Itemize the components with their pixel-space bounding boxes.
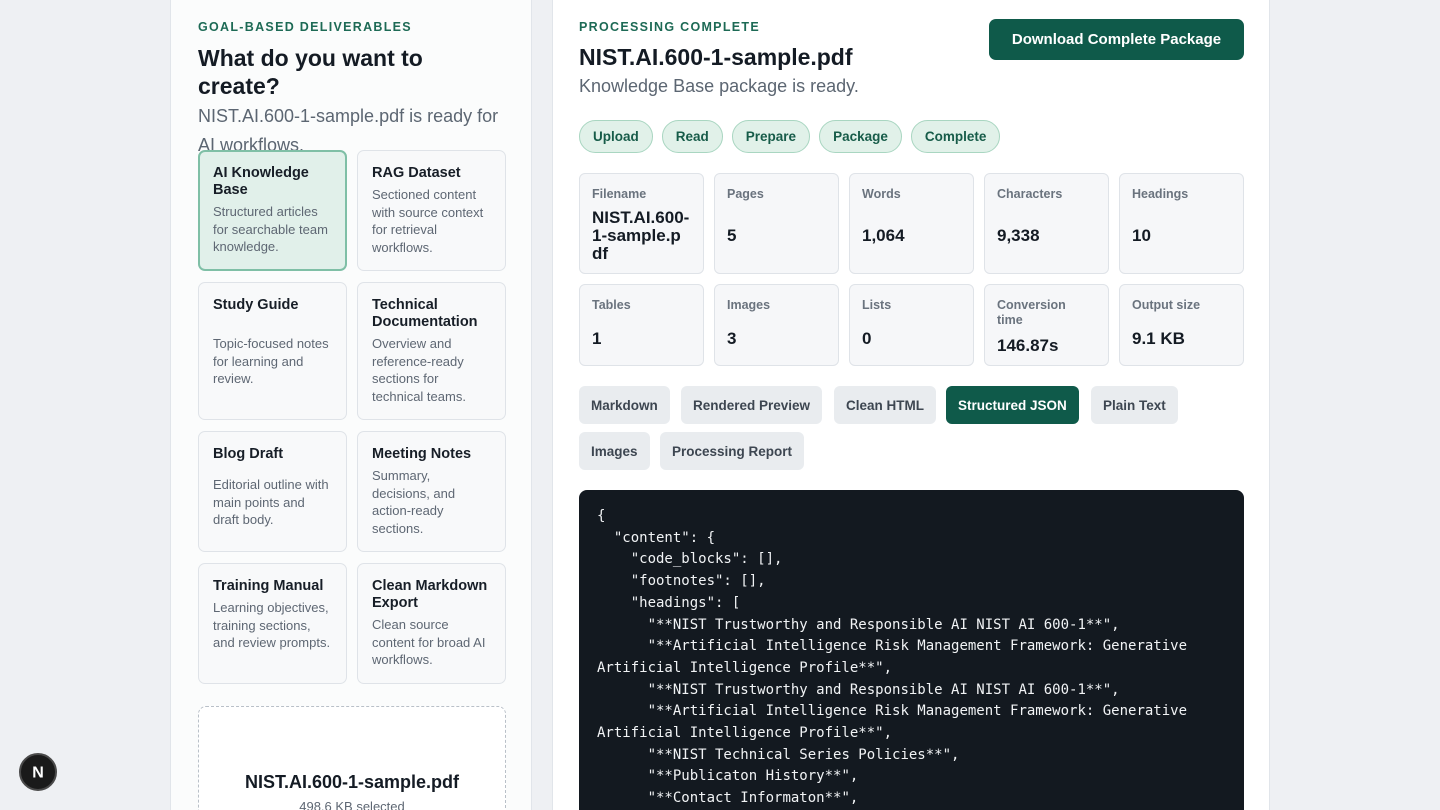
nextjs-dev-badge[interactable]: N: [19, 753, 57, 791]
stat-filename: Filename NIST.AI.600-1-sample.pdf: [579, 173, 704, 274]
card-rag-dataset[interactable]: RAG Dataset Sectioned content with sourc…: [357, 150, 506, 271]
stat-images: Images 3: [714, 284, 839, 366]
stat-label: Tables: [592, 298, 631, 312]
stat-value: 1: [592, 329, 602, 348]
dropzone-size: 498.6 KB selected: [299, 799, 405, 810]
stat-lists: Lists 0: [849, 284, 974, 366]
stat-value: 10: [1132, 226, 1151, 245]
stat-label: Headings: [1132, 187, 1189, 201]
card-training-manual[interactable]: Training Manual Learning objectives, tra…: [198, 563, 347, 684]
json-output[interactable]: { "content": { "code_blocks": [], "footn…: [579, 490, 1244, 810]
stat-headings: Headings 10: [1119, 173, 1244, 274]
card-title: Technical Documentation: [372, 297, 478, 330]
tab-markdown[interactable]: Markdown: [579, 386, 670, 424]
card-desc: Overview and reference-ready sections fo…: [372, 336, 466, 404]
deliverables-panel: GOAL-BASED DELIVERABLES What do you want…: [170, 0, 532, 810]
card-clean-markdown-export[interactable]: Clean Markdown Export Clean source conte…: [357, 563, 506, 684]
tab-images[interactable]: Images: [579, 432, 650, 470]
deliverables-title: What do you want to create?: [198, 45, 423, 99]
results-subtitle: Knowledge Base package is ready.: [579, 76, 859, 96]
stat-label: Pages: [727, 187, 764, 201]
progress-steps: Upload Read Prepare Package Complete: [579, 120, 1001, 153]
tab-structured-json[interactable]: Structured JSON: [946, 386, 1079, 424]
step-package: Package: [819, 120, 902, 153]
deliverables-header: GOAL-BASED DELIVERABLES What do you want…: [198, 20, 506, 160]
step-complete: Complete: [910, 120, 1001, 153]
stat-label: Images: [727, 298, 771, 312]
n-logo-icon: N: [32, 765, 44, 782]
tab-plain-text[interactable]: Plain Text: [1091, 386, 1178, 424]
step-upload: Upload: [579, 120, 653, 153]
results-panel: PROCESSING COMPLETE NIST.AI.600-1-sample…: [552, 0, 1270, 810]
card-title: Training Manual: [213, 578, 324, 594]
stat-value: 1,064: [862, 226, 905, 245]
stat-value: 146.87s: [997, 336, 1059, 355]
stat-pages: Pages 5: [714, 173, 839, 274]
card-desc: Learning objectives, training sections, …: [213, 600, 331, 650]
dropzone-filename: NIST.AI.600-1-sample.pdf: [244, 772, 460, 792]
stat-value: 0: [862, 329, 872, 348]
card-desc: Summary, decisions, and action-ready sec…: [372, 468, 456, 536]
file-dropzone[interactable]: NIST.AI.600-1-sample.pdf 498.6 KB select…: [198, 706, 506, 810]
tab-clean-html[interactable]: Clean HTML: [834, 386, 937, 424]
card-blog-draft[interactable]: Blog Draft Editorial outline with main p…: [198, 431, 347, 552]
card-title: RAG Dataset: [372, 165, 461, 181]
card-title: Study Guide: [213, 297, 299, 313]
stat-value: 9.1 KB: [1132, 329, 1185, 348]
stat-label: Characters: [997, 187, 1063, 201]
card-desc: Topic-focused notes for learning and rev…: [213, 336, 329, 386]
card-desc: Sectioned content with source context fo…: [372, 187, 484, 255]
stat-conversion-time: Conversion time 146.87s: [984, 284, 1109, 366]
card-title: AI Knowledge Base: [213, 165, 309, 198]
stat-value: 5: [727, 226, 737, 245]
stat-label: Conversion time: [997, 298, 1066, 327]
card-meeting-notes[interactable]: Meeting Notes Summary, decisions, and ac…: [357, 431, 506, 552]
download-package-button[interactable]: Download Complete Package: [989, 19, 1244, 60]
stat-value: 9,338: [997, 226, 1040, 245]
step-prepare: Prepare: [731, 120, 811, 153]
stat-label: Lists: [862, 298, 892, 312]
stat-tables: Tables 1: [579, 284, 704, 366]
stat-value: 3: [727, 329, 737, 348]
card-technical-documentation[interactable]: Technical Documentation Overview and ref…: [357, 282, 506, 420]
card-ai-knowledge-base[interactable]: AI Knowledge Base Structured articles fo…: [198, 150, 347, 271]
step-read: Read: [661, 120, 723, 153]
deliverables-eyebrow: GOAL-BASED DELIVERABLES: [198, 20, 412, 34]
tab-processing-report[interactable]: Processing Report: [660, 432, 805, 470]
card-title: Meeting Notes: [372, 446, 472, 462]
card-desc: Structured articles for searchable team …: [213, 204, 328, 254]
stat-output-size: Output size 9.1 KB: [1119, 284, 1244, 366]
card-study-guide[interactable]: Study Guide Topic-focused notes for lear…: [198, 282, 347, 420]
n-logo-letter: N: [32, 765, 44, 782]
card-desc: Clean source content for broad AI workfl…: [372, 617, 486, 667]
stat-label: Output size: [1132, 298, 1201, 312]
tab-rendered-preview[interactable]: Rendered Preview: [681, 386, 823, 424]
stat-label: Filename: [592, 187, 647, 201]
card-title: Blog Draft: [213, 446, 284, 462]
stat-label: Words: [862, 187, 901, 201]
stat-words: Words 1,064: [849, 173, 974, 274]
stat-characters: Characters 9,338: [984, 173, 1109, 274]
stat-value: NIST.AI.600-1-sample.pdf: [592, 208, 690, 263]
card-desc: Editorial outline with main points and d…: [213, 477, 329, 527]
card-title: Clean Markdown Export: [372, 578, 488, 611]
